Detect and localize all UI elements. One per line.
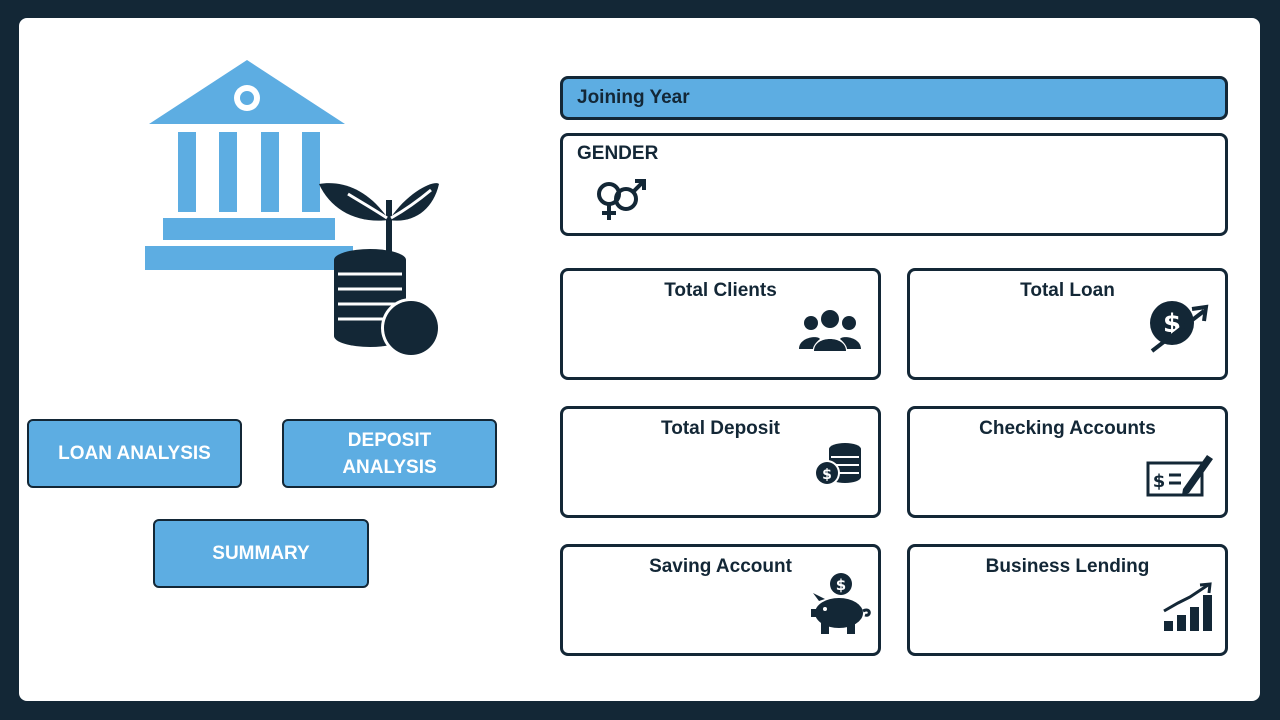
dollar-growth-icon: $	[1150, 301, 1209, 353]
deposit-analysis-button[interactable]: DEPOSIT ANALYSIS	[282, 419, 497, 488]
gender-label: GENDER	[577, 143, 659, 164]
total-loan-card[interactable]: Total Loan $	[907, 268, 1228, 380]
checking-accounts-card[interactable]: Checking Accounts $	[907, 406, 1228, 518]
check-cheque-icon: $	[1146, 455, 1213, 497]
joining-year-label: Joining Year	[577, 87, 690, 108]
business-lending-title: Business Lending	[985, 556, 1150, 577]
bar-growth-icon	[1163, 582, 1212, 631]
joining-year-slicer[interactable]: Joining Year	[560, 76, 1228, 120]
loan-analysis-label: LOAN ANALYSIS	[58, 443, 211, 464]
dashboard-panel: LOAN ANALYSIS DEPOSIT ANALYSIS SUMMARY J…	[19, 18, 1260, 701]
deposit-analysis-label-line1: DEPOSIT	[347, 429, 432, 451]
business-lending-card[interactable]: Business Lending	[907, 544, 1228, 656]
svg-text:$: $	[1153, 471, 1166, 492]
piggy-bank-icon: $	[811, 573, 871, 634]
total-deposit-title: Total Deposit	[661, 418, 780, 439]
summary-button[interactable]: SUMMARY	[153, 519, 369, 588]
svg-text:$: $	[822, 467, 832, 483]
total-clients-title: Total Clients	[664, 280, 777, 301]
gender-slicer[interactable]: GENDER	[560, 133, 1228, 236]
total-clients-card[interactable]: Total Clients	[560, 268, 881, 380]
gender-icon	[597, 179, 646, 220]
saving-account-card[interactable]: Saving Account $	[560, 544, 881, 656]
checking-accounts-title: Checking Accounts	[979, 418, 1156, 439]
svg-text:$: $	[836, 576, 846, 594]
loan-analysis-button[interactable]: LOAN ANALYSIS	[27, 419, 242, 488]
total-deposit-card[interactable]: Total Deposit $	[560, 406, 881, 518]
coins-stack-icon: $	[814, 443, 861, 486]
summary-label: SUMMARY	[212, 543, 310, 564]
people-group-icon	[799, 310, 861, 351]
deposit-analysis-label-line2: ANALYSIS	[342, 456, 437, 478]
bank-logo-icon	[145, 60, 441, 358]
